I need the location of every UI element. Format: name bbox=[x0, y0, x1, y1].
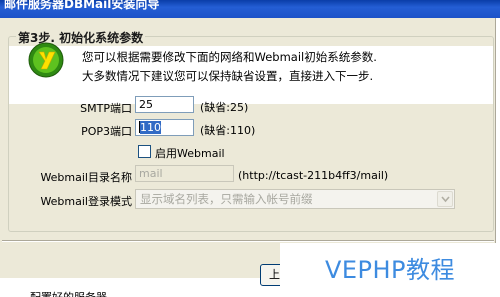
window-title-bar: 邮件服务器DBMail安装向导 bbox=[0, 0, 500, 18]
logo-icon bbox=[28, 42, 64, 78]
webmail-mode-select[interactable]: 显示域名列表，只需输入帐号前缀 bbox=[135, 189, 455, 209]
description-line-1: 您可以根据需要修改下面的网络和Webmail初始系统参数. bbox=[82, 50, 377, 64]
pop3-port-value: 110 bbox=[140, 121, 161, 134]
webmail-url-hint: (http://tcast-211b4ff3/mail) bbox=[238, 169, 389, 182]
pop3-port-label: POP3端口 bbox=[81, 125, 132, 138]
enable-webmail-label[interactable]: 启用Webmail bbox=[155, 145, 225, 161]
pop3-default-hint: (缺省:110) bbox=[200, 124, 256, 137]
description-line-2: 大多数情况下建议您可以保持缺省设置，直接进入下一步. bbox=[82, 69, 374, 83]
dropdown-button[interactable] bbox=[437, 191, 453, 207]
window-title: 邮件服务器DBMail安装向导 bbox=[4, 0, 160, 11]
webmail-mode-value: 显示域名列表，只需输入帐号前缀 bbox=[140, 192, 313, 206]
smtp-port-input[interactable]: 25 bbox=[135, 96, 194, 113]
pop3-port-input[interactable]: 110 bbox=[135, 119, 194, 136]
chevron-down-icon bbox=[441, 196, 450, 203]
enable-webmail-checkbox[interactable] bbox=[138, 145, 151, 158]
smtp-port-label: SMTP端口 bbox=[80, 102, 132, 115]
separator-line bbox=[2, 240, 494, 242]
webmail-dir-input[interactable]: mail bbox=[135, 165, 234, 182]
watermark-text: VEPHP教程 bbox=[280, 243, 500, 297]
footer-text: 配置好的服务器 bbox=[30, 289, 107, 297]
webmail-mode-label: Webmail登录模式 bbox=[40, 195, 132, 208]
webmail-dir-label: Webmail目录名称 bbox=[40, 171, 132, 184]
smtp-default-hint: (缺省:25) bbox=[200, 101, 249, 114]
